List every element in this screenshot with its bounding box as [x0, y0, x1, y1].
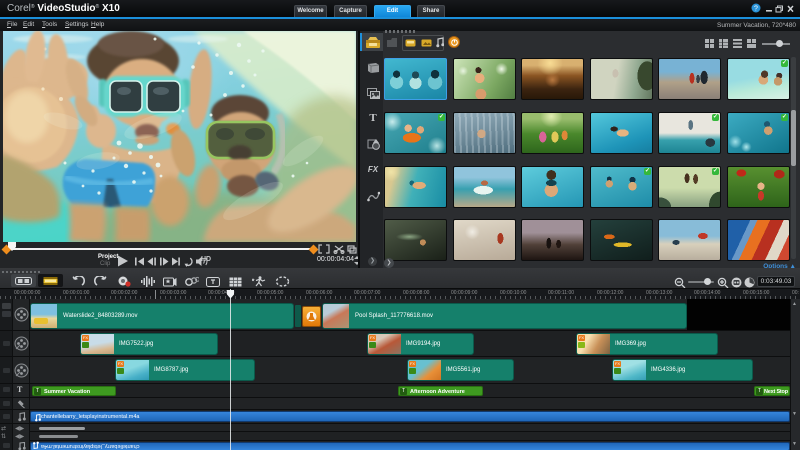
svg-text:?: ?: [754, 6, 758, 13]
